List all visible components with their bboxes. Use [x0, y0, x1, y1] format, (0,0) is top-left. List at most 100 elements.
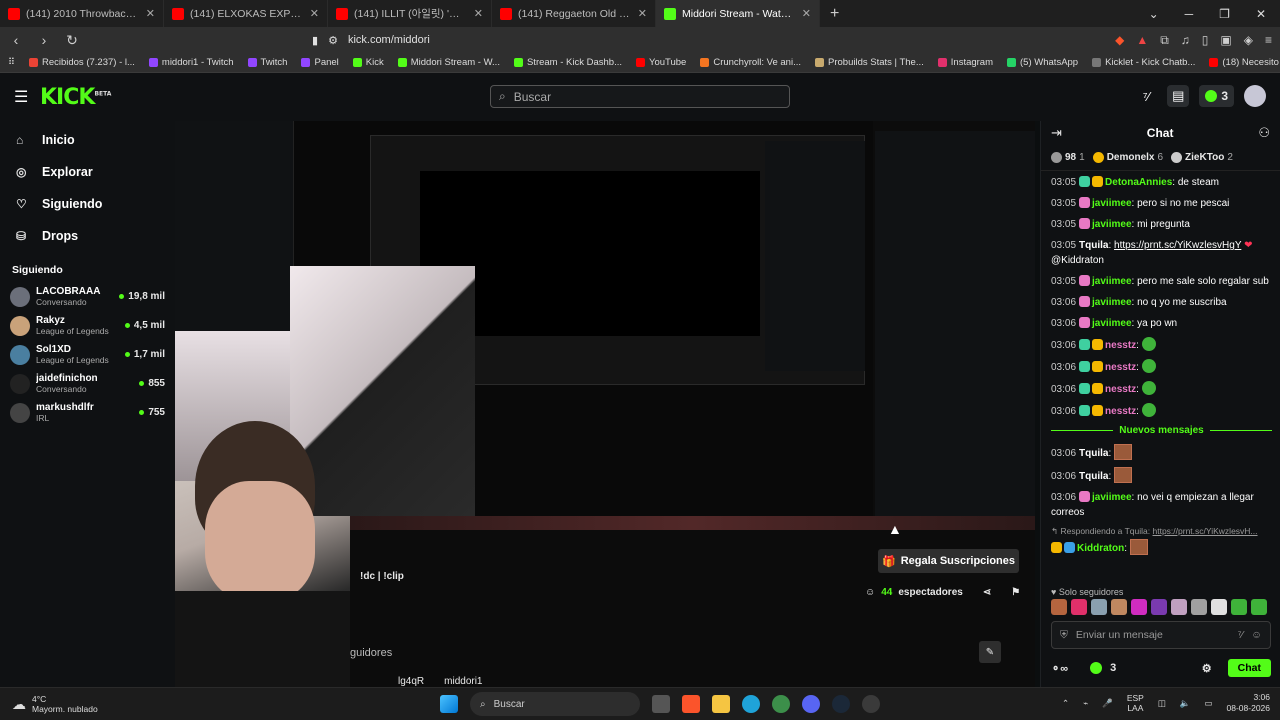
- steam-icon[interactable]: [832, 695, 850, 713]
- kicks-balance-button[interactable]: 3: [1199, 85, 1234, 107]
- bookmark-item[interactable]: Recibidos (7.237) - l...: [28, 57, 135, 68]
- tab-search-icon[interactable]: ⌄: [1149, 7, 1159, 21]
- bookmark-item[interactable]: YouTube: [636, 57, 686, 68]
- bookmark-item[interactable]: (18) Necesito de tu...: [1209, 57, 1280, 68]
- followed-channel[interactable]: jaidefinichon Conversando 855: [0, 369, 175, 398]
- file-explorer-icon[interactable]: [712, 695, 730, 713]
- chat-users-icon[interactable]: ⚇: [1258, 125, 1270, 141]
- message-username[interactable]: nesstz: [1105, 384, 1136, 395]
- rewards-icon[interactable]: ▲: [1136, 33, 1148, 48]
- followed-channel[interactable]: Rakyz League of Legends 4,5 mil: [0, 311, 175, 340]
- wallet-icon[interactable]: ▣: [1220, 33, 1231, 48]
- bookmark-item[interactable]: Probuilds Stats | The...: [815, 57, 924, 68]
- apps-icon[interactable]: ⠿: [8, 57, 15, 68]
- message-username[interactable]: javiimee: [1092, 219, 1131, 230]
- top-gifter[interactable]: Demonelx 6: [1092, 152, 1163, 163]
- bookmark-item[interactable]: Twitch: [247, 57, 287, 68]
- emote-icon[interactable]: [1131, 599, 1147, 615]
- chat-send-button[interactable]: Chat: [1227, 659, 1271, 677]
- weather-widget[interactable]: ☁ 4°C Mayorm. nublado: [0, 694, 98, 714]
- network-icon[interactable]: ⌁: [1083, 698, 1088, 709]
- message-username[interactable]: nesstz: [1105, 362, 1136, 373]
- message-username[interactable]: javiimee: [1092, 297, 1131, 308]
- top-gifter[interactable]: 98 1: [1051, 152, 1085, 163]
- message-username[interactable]: nesstz: [1105, 406, 1136, 417]
- bookmark-item[interactable]: (5) WhatsApp: [1007, 57, 1078, 68]
- discord-icon[interactable]: [802, 695, 820, 713]
- chrome-icon[interactable]: [772, 695, 790, 713]
- kick-logo[interactable]: KICKBETA: [40, 85, 111, 110]
- emote-icon[interactable]: [1211, 599, 1227, 615]
- message-username[interactable]: nesstz: [1105, 340, 1136, 351]
- message-username[interactable]: DetonaAnnies: [1105, 177, 1172, 188]
- close-tab-icon[interactable]: ✕: [474, 7, 483, 20]
- media-icon[interactable]: ♫: [1181, 33, 1190, 48]
- wifi-icon[interactable]: ◫: [1158, 698, 1166, 709]
- brave-shield-icon[interactable]: ◆: [1115, 33, 1124, 48]
- close-tab-icon[interactable]: ✕: [146, 7, 155, 20]
- browser-tab[interactable]: (141) ILLIT (아일릿) '時よ止まれ (Toki Y... ✕: [328, 0, 492, 27]
- message-username[interactable]: Tquila: [1079, 471, 1108, 482]
- channel-points-icon[interactable]: ⚬∞: [1051, 662, 1068, 675]
- browser-tab[interactable]: (141) 2010 Throwback DJ Set (Rihann... ✕: [0, 0, 164, 27]
- emote-icon[interactable]: [1091, 599, 1107, 615]
- bookmark-item[interactable]: Middori Stream - W...: [397, 57, 500, 68]
- reload-icon[interactable]: ↻: [64, 32, 80, 49]
- bookmark-item[interactable]: Instagram: [937, 57, 993, 68]
- language-indicator[interactable]: ESP LAA: [1127, 693, 1144, 713]
- minimize-icon[interactable]: ─: [1185, 7, 1194, 21]
- new-messages-divider[interactable]: Nuevos mensajes: [1051, 425, 1272, 436]
- followed-channel[interactable]: LACOBRAAA Conversando 19,8 mil: [0, 282, 175, 311]
- browser-tab[interactable]: (141) Reggaeton Old School 🇵🇷 ... ✕: [492, 0, 656, 27]
- settings-gear-icon[interactable]: ⚙: [1202, 662, 1212, 675]
- message-username[interactable]: javiimee: [1092, 318, 1131, 329]
- sidebar-item-inicio[interactable]: ⌂ Inicio: [0, 124, 175, 156]
- clock[interactable]: 3:06 08-08-2026: [1227, 692, 1270, 714]
- emote-icon[interactable]: [1251, 599, 1267, 615]
- obs-icon[interactable]: [862, 695, 880, 713]
- sidebar-item-explorar[interactable]: ◎ Explorar: [0, 156, 175, 188]
- bookmark-item[interactable]: Panel: [301, 57, 339, 68]
- back-icon[interactable]: ‹: [8, 32, 24, 48]
- kicks-icon[interactable]: ⁷⁄: [1238, 629, 1244, 641]
- emote-icon[interactable]: [1191, 599, 1207, 615]
- url-bar[interactable]: ▮ ⚙ kick.com/middori: [312, 29, 992, 51]
- message-link[interactable]: https://prnt.sc/YiKwzlesvHgY: [1114, 240, 1241, 251]
- emote-icon[interactable]: [1051, 599, 1067, 615]
- menu-icon[interactable]: ≡: [1265, 33, 1272, 48]
- sidebar-item-drops[interactable]: ⛁ Drops: [0, 220, 175, 252]
- close-tab-icon[interactable]: ✕: [638, 7, 647, 20]
- bookmark-item[interactable]: Crunchyroll: Ve ani...: [700, 57, 801, 68]
- emote-icon[interactable]: [1071, 599, 1087, 615]
- edge-icon[interactable]: [742, 695, 760, 713]
- taskbar-search[interactable]: ⌕ Buscar: [470, 692, 640, 716]
- kicks-leaderboard-icon[interactable]: ⁷⁄: [1135, 85, 1157, 107]
- tray-overflow-icon[interactable]: ⌃: [1062, 698, 1069, 709]
- menu-hamburger-icon[interactable]: ☰: [14, 87, 28, 107]
- emote-icon[interactable]: [1231, 599, 1247, 615]
- extensions-icon[interactable]: ⧉: [1160, 33, 1169, 48]
- top-gifter[interactable]: ZieKToo 2: [1171, 152, 1233, 163]
- bookmark-item[interactable]: Stream - Kick Dashb...: [513, 57, 622, 68]
- close-window-icon[interactable]: ✕: [1256, 7, 1266, 21]
- maximize-icon[interactable]: ❐: [1219, 7, 1230, 21]
- collapse-chat-icon[interactable]: ⇥: [1051, 125, 1062, 141]
- search-input[interactable]: ⌕ Buscar: [490, 85, 790, 108]
- user-avatar[interactable]: [1244, 85, 1266, 107]
- stream-video-player[interactable]: 🎁 Regala Suscripciones ☺ 44 espectadores ⋖ …: [175, 121, 1035, 687]
- message-username[interactable]: javiimee: [1092, 198, 1131, 209]
- followed-channel[interactable]: markushdlfr IRL 755: [0, 398, 175, 427]
- emote-icon[interactable]: [1151, 599, 1167, 615]
- microphone-icon[interactable]: 🎤: [1102, 698, 1113, 709]
- bookmark-item[interactable]: middori1 - Twitch: [148, 57, 234, 68]
- vpn-icon[interactable]: ◈: [1244, 33, 1253, 48]
- bookmark-item[interactable]: Kick: [352, 57, 384, 68]
- message-username[interactable]: Tquila: [1079, 240, 1108, 251]
- bookmark-page-icon[interactable]: ▮: [312, 34, 318, 47]
- emote-icon[interactable]: [1171, 599, 1187, 615]
- emote-icon[interactable]: [1111, 599, 1127, 615]
- browser-tab[interactable]: (141) ELXOKAS EXPLOTA contra su E... ✕: [164, 0, 328, 27]
- close-tab-icon[interactable]: ✕: [802, 7, 811, 20]
- battery-icon[interactable]: ▭: [1204, 698, 1212, 709]
- task-view-icon[interactable]: [652, 695, 670, 713]
